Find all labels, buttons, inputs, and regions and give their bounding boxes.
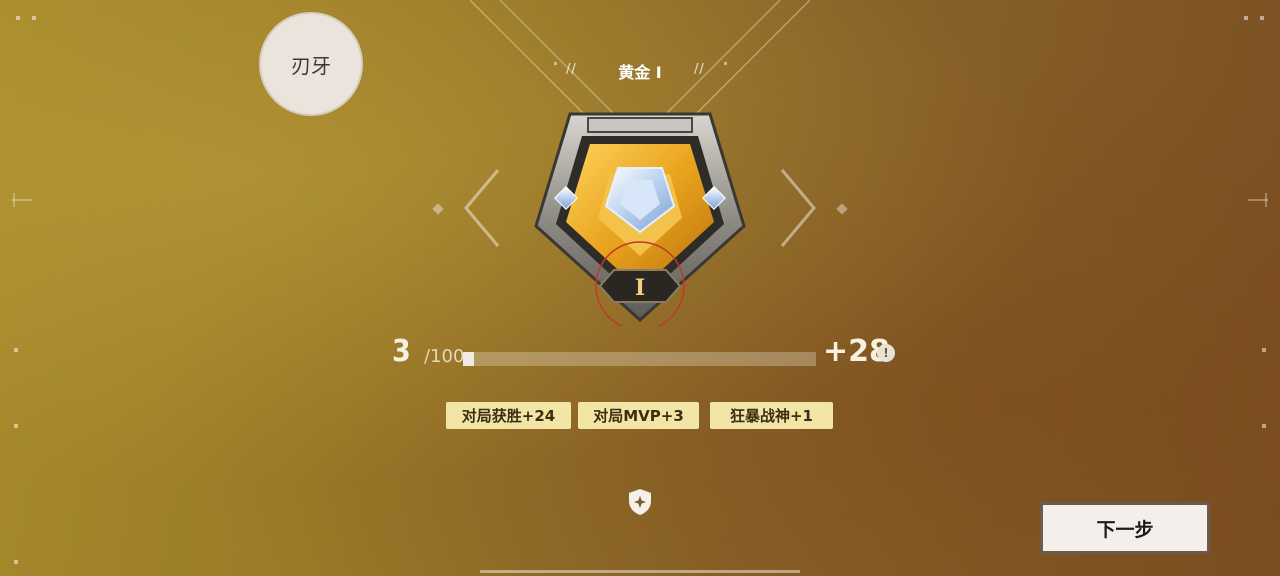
rank-points-max: /100 xyxy=(424,346,465,367)
shield-icon[interactable] xyxy=(627,488,653,516)
info-icon[interactable]: ! xyxy=(877,344,895,362)
match-result-screen: 刃牙 // 黄金 I // I 3 /100 +28 ! 对局获胜+24 对局M… xyxy=(0,0,1280,576)
player-name: 刃牙 xyxy=(291,53,331,78)
rank-progress-bar xyxy=(463,352,816,366)
bonus-chip-berserk: 狂暴战神+1 xyxy=(710,402,833,429)
next-step-button[interactable]: 下一步 xyxy=(1040,502,1210,554)
player-avatar[interactable]: 刃牙 xyxy=(259,12,363,116)
home-indicator xyxy=(480,570,800,573)
title-slash-right: // xyxy=(694,62,705,77)
gold-rank-badge: I xyxy=(534,112,746,326)
rank-progress-fill xyxy=(463,352,474,366)
bonus-chip-mvp: 对局MVP+3 xyxy=(578,402,699,429)
rank-points-current: 3 xyxy=(392,334,411,369)
rank-tier-numeral: I xyxy=(635,275,645,301)
bonus-chip-victory: 对局获胜+24 xyxy=(446,402,571,429)
